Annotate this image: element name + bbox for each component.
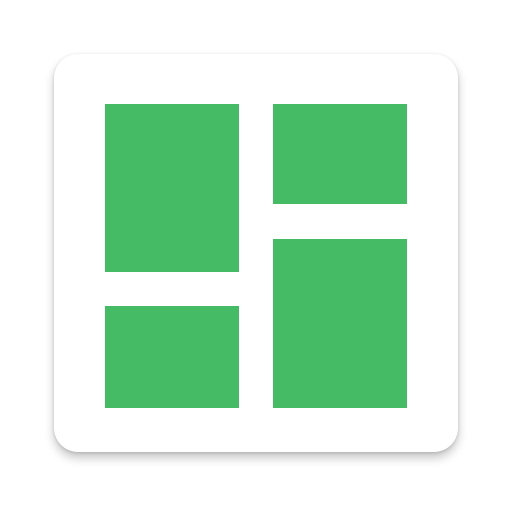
grid-layout-icon[interactable] (54, 54, 458, 452)
tile-top-right (273, 104, 407, 204)
canvas (0, 0, 512, 512)
tile-bottom-right (273, 239, 407, 408)
tile-bottom-left (105, 306, 239, 408)
tile-top-left (105, 104, 239, 272)
